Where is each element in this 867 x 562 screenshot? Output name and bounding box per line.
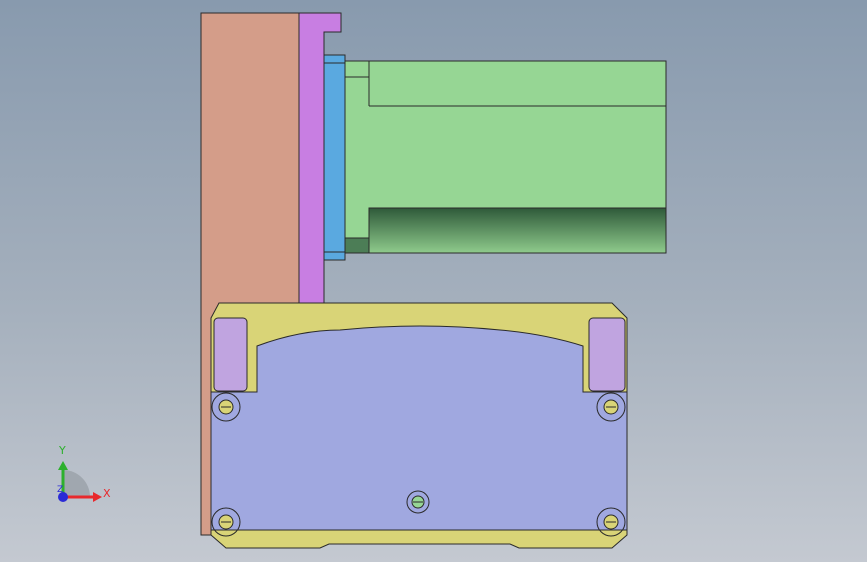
- motor-shadow-band: [368, 207, 667, 254]
- corner-block-right[interactable]: [588, 317, 626, 392]
- orientation-triad: [58, 461, 102, 502]
- triad-y-label: Y: [59, 444, 66, 457]
- adapter-flange[interactable]: [323, 54, 346, 261]
- cad-model-scene[interactable]: [0, 0, 867, 562]
- triad-z-label: Z: [57, 485, 64, 495]
- cad-viewport[interactable]: Y X Z: [0, 0, 867, 562]
- motor-shadow-step: [344, 237, 370, 254]
- triad-x-label: X: [103, 487, 111, 500]
- corner-block-left[interactable]: [213, 317, 248, 392]
